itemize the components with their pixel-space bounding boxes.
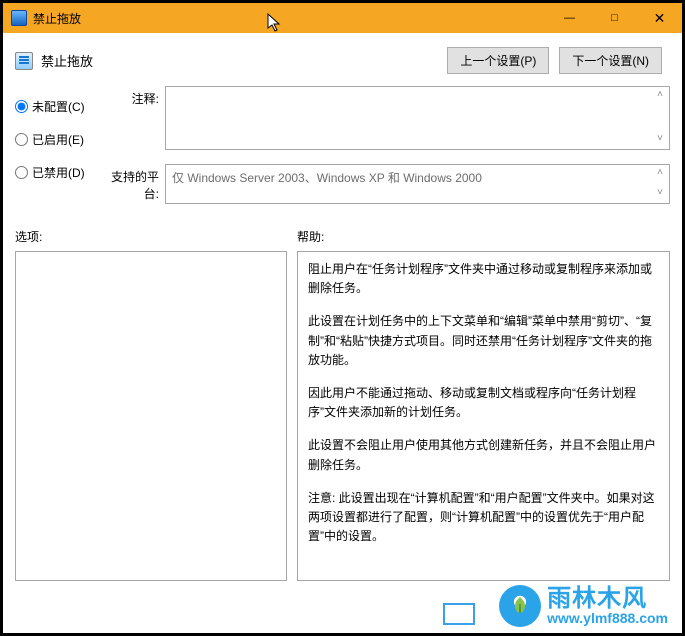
help-label: 帮助: bbox=[297, 228, 324, 245]
radio-label: 已启用(E) bbox=[32, 131, 84, 148]
radio-not-configured[interactable]: 未配置(C) bbox=[15, 98, 99, 115]
watermark-url: www.ylmf888.com bbox=[547, 611, 668, 626]
maximize-button[interactable]: □ bbox=[592, 3, 637, 33]
platform-row: 支持的平台: 仅 Windows Server 2003、Windows XP … bbox=[105, 164, 670, 204]
help-paragraph: 因此用户不能通过拖动、移动或复制文档或程序向“任务计划程序”文件夹添加新的计划任… bbox=[308, 384, 659, 422]
dialog-button[interactable] bbox=[443, 603, 475, 625]
lower-panels: 阻止用户在“任务计划程序”文件夹中通过移动或复制程序来添加或删除任务。 此设置在… bbox=[3, 249, 682, 581]
app-icon bbox=[11, 10, 27, 26]
fields-col: 注释: ˄ ˅ 支持的平台: 仅 Windows Server 2003、Win… bbox=[105, 86, 670, 218]
watermark-logo-icon bbox=[499, 585, 541, 627]
titlebar: 禁止拖放 — □ ✕ bbox=[3, 3, 682, 33]
header-row: 禁止拖放 上一个设置(P) 下一个设置(N) bbox=[3, 33, 682, 84]
help-paragraph: 注意: 此设置出现在“计算机配置”和“用户配置”文件夹中。如果对这两项设置都进行… bbox=[308, 489, 659, 547]
nav-buttons: 上一个设置(P) 下一个设置(N) bbox=[447, 47, 662, 74]
policy-icon bbox=[15, 52, 33, 70]
radio-disabled-input[interactable] bbox=[15, 166, 28, 179]
prev-setting-button[interactable]: 上一个设置(P) bbox=[447, 47, 549, 74]
window-title: 禁止拖放 bbox=[33, 10, 81, 27]
scroll-down-icon[interactable]: ˅ bbox=[653, 187, 667, 201]
watermark-name: 雨林木风 bbox=[547, 586, 668, 611]
watermark-text: 雨林木风 www.ylmf888.com bbox=[547, 586, 668, 626]
help-paragraph: 阻止用户在“任务计划程序”文件夹中通过移动或复制程序来添加或删除任务。 bbox=[308, 260, 659, 298]
radio-disabled[interactable]: 已禁用(D) bbox=[15, 164, 99, 181]
radio-enabled-input[interactable] bbox=[15, 133, 28, 146]
comment-row: 注释: ˄ ˅ bbox=[105, 86, 670, 150]
page-title: 禁止拖放 bbox=[41, 51, 93, 70]
comment-textarea[interactable]: ˄ ˅ bbox=[165, 86, 670, 150]
lower-labels: 选项: 帮助: bbox=[3, 218, 682, 249]
radio-not-configured-input[interactable] bbox=[15, 100, 28, 113]
options-label: 选项: bbox=[15, 228, 297, 245]
minimize-button[interactable]: — bbox=[547, 3, 592, 33]
help-box[interactable]: 阻止用户在“任务计划程序”文件夹中通过移动或复制程序来添加或删除任务。 此设置在… bbox=[297, 251, 670, 581]
watermark: 雨林木风 www.ylmf888.com bbox=[499, 585, 668, 627]
radio-group: 未配置(C) 已启用(E) 已禁用(D) bbox=[15, 86, 99, 218]
window-controls: — □ ✕ bbox=[547, 3, 682, 33]
scroll-up-icon[interactable]: ˄ bbox=[653, 89, 667, 103]
main-config: 未配置(C) 已启用(E) 已禁用(D) 注释: ˄ ˅ 支持的平台: 仅 Wi… bbox=[3, 84, 682, 218]
help-paragraph: 此设置在计划任务中的上下文菜单和“编辑”菜单中禁用“剪切”、“复制”和“粘贴”快… bbox=[308, 312, 659, 370]
platform-label: 支持的平台: bbox=[105, 164, 165, 202]
comment-label: 注释: bbox=[105, 86, 165, 107]
scroll-up-icon[interactable]: ˄ bbox=[653, 167, 667, 181]
radio-label: 未配置(C) bbox=[32, 98, 85, 115]
close-button[interactable]: ✕ bbox=[637, 3, 682, 33]
radio-enabled[interactable]: 已启用(E) bbox=[15, 131, 99, 148]
options-box bbox=[15, 251, 287, 581]
radio-label: 已禁用(D) bbox=[32, 164, 85, 181]
next-setting-button[interactable]: 下一个设置(N) bbox=[559, 47, 662, 74]
platform-textarea: 仅 Windows Server 2003、Windows XP 和 Windo… bbox=[165, 164, 670, 204]
platform-value: 仅 Windows Server 2003、Windows XP 和 Windo… bbox=[172, 171, 482, 185]
help-paragraph: 此设置不会阻止用户使用其他方式创建新任务，并且不会阻止用户删除任务。 bbox=[308, 436, 659, 474]
scroll-down-icon[interactable]: ˅ bbox=[653, 133, 667, 147]
